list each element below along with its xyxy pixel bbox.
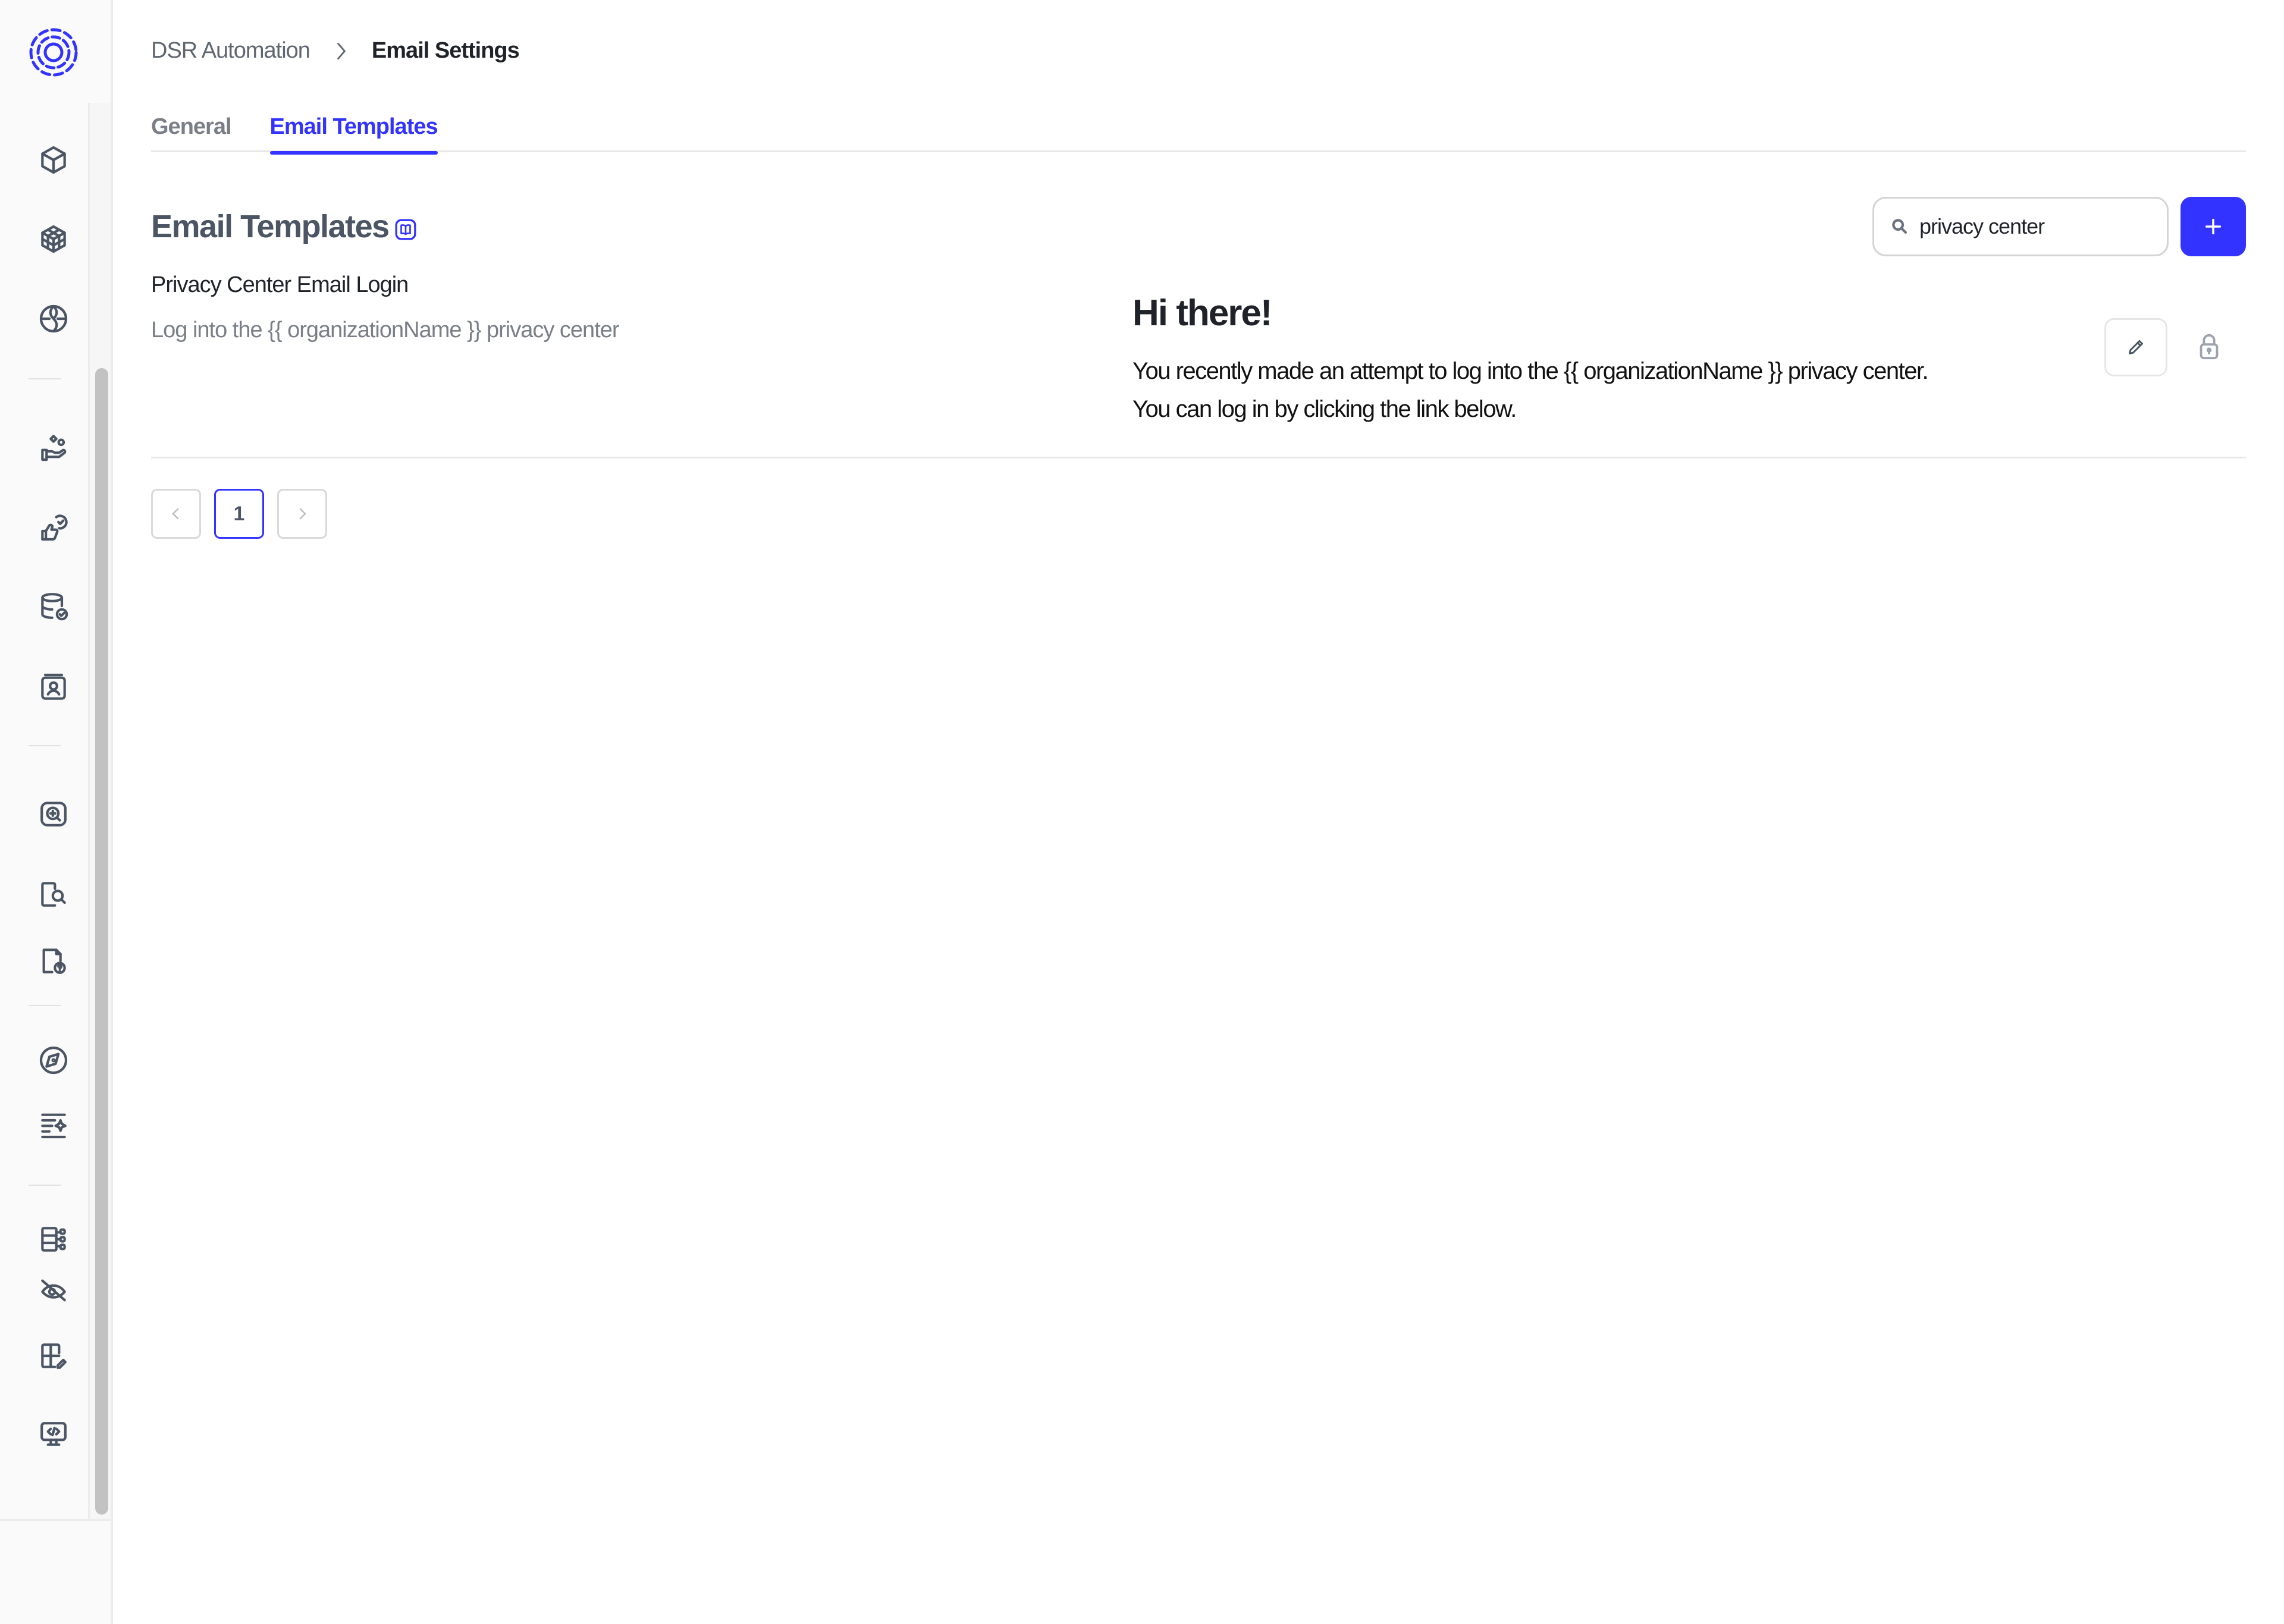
sidebar-item-identity[interactable] [36, 670, 71, 705]
template-description: Log into the {{ organizationName }} priv… [151, 318, 620, 343]
main-content: DSR Automation Email Settings General Em… [115, 0, 2284, 1624]
cube-icon [41, 146, 66, 174]
add-template-button[interactable] [2181, 197, 2246, 256]
sidebar-item-consumers[interactable] [36, 429, 71, 465]
breadcrumb-parent-link[interactable]: DSR Automation [151, 38, 310, 64]
sidebar-divider [29, 378, 61, 379]
sidebar-item-datasets[interactable] [36, 221, 71, 257]
tab-general[interactable]: General [151, 111, 232, 152]
chevron-right-icon [337, 42, 346, 59]
sidebar-item-ai-list[interactable] [36, 1107, 71, 1142]
preview-heading: Hi there! [1132, 293, 1272, 334]
search-plus-square-icon [40, 802, 67, 827]
sidebar-scrollbar[interactable] [88, 103, 111, 1519]
document-search-icon [41, 882, 66, 907]
rubiks-cube-icon [41, 225, 66, 253]
template-search [1872, 197, 2169, 256]
sidebar [0, 0, 113, 1624]
docs-link[interactable] [394, 218, 418, 241]
sidebar-item-detection[interactable] [36, 877, 71, 912]
layout-pencil-icon [41, 1343, 67, 1369]
sidebar-item-data-catalog[interactable] [36, 588, 71, 624]
sidebar-divider [29, 1185, 61, 1186]
edit-template-button[interactable] [2104, 318, 2167, 376]
table-tree-icon [41, 1227, 66, 1252]
sidebar-scrollbar-thumb[interactable] [95, 368, 108, 1515]
preview-line: You recently made an attempt to log into… [1132, 358, 1929, 384]
page-title: Email Templates [151, 209, 390, 244]
locked-indicator [2197, 332, 2221, 362]
preview-body: You recently made an attempt to log into… [1132, 352, 2025, 426]
sidebar-item-systems[interactable] [36, 142, 71, 178]
user-card-icon [41, 673, 66, 700]
search-icon [1892, 219, 1907, 234]
search-input[interactable] [1919, 214, 2157, 239]
breadcrumb-current: Email Settings [371, 38, 520, 63]
template-row[interactable]: Privacy Center Email Login Log into the … [151, 262, 2246, 458]
settings-tabs: General Email Templates [151, 111, 2246, 155]
chevron-left-icon [172, 508, 179, 520]
breadcrumb: DSR Automation Email Settings [151, 38, 520, 64]
dashed-rings-logo-icon [29, 28, 78, 77]
sidebar-item-taxonomy[interactable] [36, 1221, 71, 1257]
database-check-icon [41, 593, 68, 621]
compass-icon [39, 1046, 68, 1075]
sidebar-item-explore[interactable] [36, 1042, 71, 1078]
sidebar-item-integrations[interactable] [36, 301, 71, 337]
page-number-button[interactable]: 1 [214, 489, 264, 539]
sidebar-item-layout-edit[interactable] [36, 1338, 71, 1374]
sidebar-item-consent[interactable] [36, 509, 71, 545]
document-question-icon [42, 948, 66, 974]
template-preview: Hi there! You recently made an attempt t… [1132, 291, 2025, 426]
hand-with-shapes-icon [41, 435, 67, 461]
app-logo[interactable] [27, 26, 80, 78]
sidebar-item-developer[interactable] [36, 1416, 71, 1452]
globe-icon [39, 304, 68, 333]
tab-email-templates[interactable]: Email Templates [269, 111, 438, 155]
thumbs-up-check-icon [41, 514, 68, 541]
prev-page-button[interactable] [151, 489, 201, 539]
pagination: 1 [151, 489, 327, 539]
book-icon [395, 219, 416, 240]
pencil-icon [2129, 340, 2143, 354]
sidebar-divider [29, 745, 61, 746]
eye-off-icon [41, 1279, 66, 1302]
sidebar-item-dsr[interactable] [36, 943, 71, 979]
sidebar-item-discovery[interactable] [36, 796, 71, 832]
sidebar-divider [29, 1005, 61, 1006]
monitor-code-icon [40, 1422, 67, 1446]
lock-icon [2200, 334, 2219, 360]
template-title: Privacy Center Email Login [151, 272, 409, 297]
list-sparkle-icon [41, 1113, 67, 1139]
next-page-button[interactable] [277, 489, 327, 539]
plus-icon [2205, 218, 2222, 235]
chevron-right-icon [299, 508, 306, 520]
preview-line: You can log in by clicking the link belo… [1132, 396, 1517, 422]
sidebar-item-privacy-hidden[interactable] [36, 1273, 71, 1308]
